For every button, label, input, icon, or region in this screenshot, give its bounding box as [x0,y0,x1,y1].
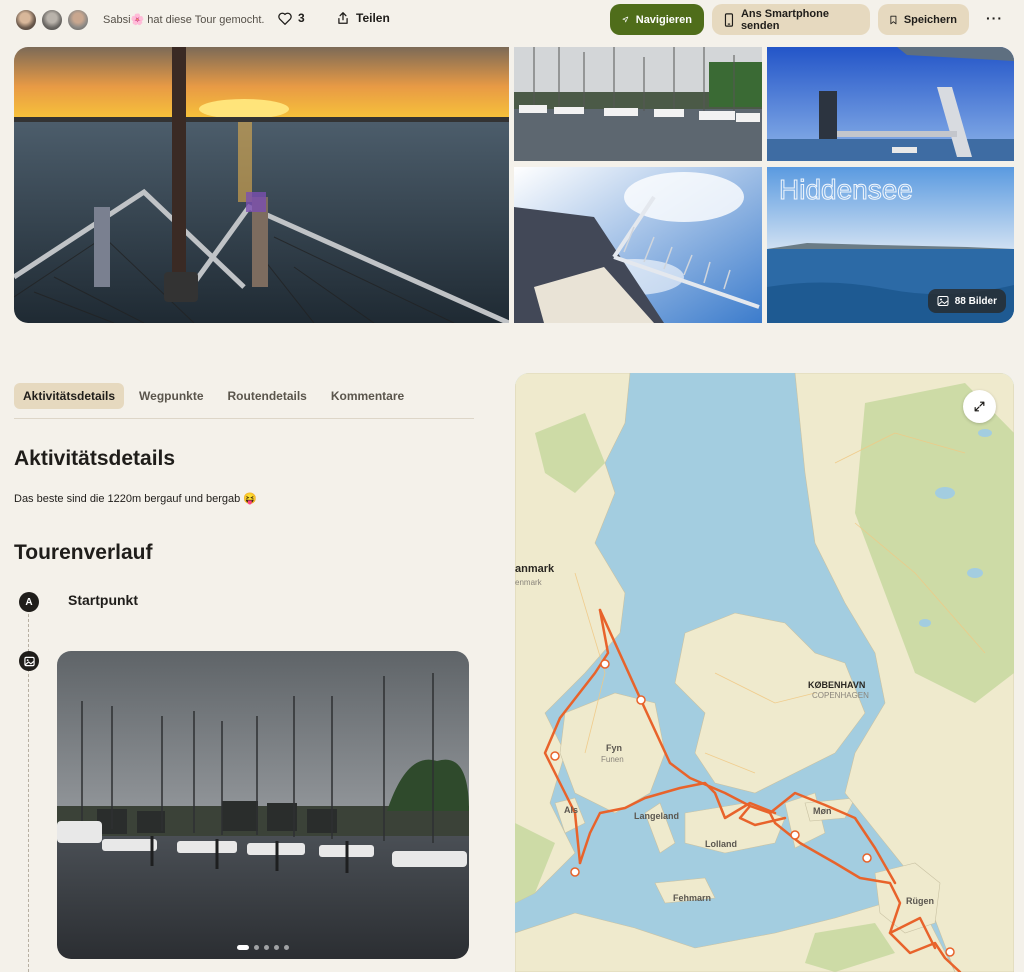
share-button[interactable]: Teilen [336,11,390,25]
tab-kommentare[interactable]: Kommentare [322,383,413,409]
avatar[interactable] [14,8,38,32]
map-label-als: Als [564,805,579,815]
map-label-mon: Møn [813,806,832,816]
gallery-photo-harbor[interactable] [514,47,762,161]
smartphone-icon [724,12,734,27]
map-label-copenhagen: KØBENHAVN [808,680,866,690]
detail-tabs: Aktivitätsdetails Wegpunkte Routendetail… [14,383,413,409]
map-label-ruegen: Rügen [906,896,934,906]
hiddensee-watermark: Hiddensee [779,174,913,205]
waypoint-photo-marina[interactable] [57,651,469,959]
map-label-copenhagen-sub: COPENHAGEN [812,691,869,700]
share-icon [338,12,348,24]
gallery-photo-windmill[interactable] [514,167,762,323]
heart-icon [278,12,292,25]
liker-avatars[interactable] [14,8,92,32]
carousel-dot[interactable] [237,945,249,950]
save-button[interactable]: Speichern [878,4,969,35]
navigation-arrow-icon [622,16,629,23]
details-heading: Aktivitätsdetails [14,447,176,470]
gallery-photo-bridge[interactable] [767,47,1014,161]
expand-map-button[interactable] [963,390,996,423]
route-heading: Tourenverlauf [14,541,153,564]
tabs-divider [14,418,474,419]
start-marker: A [19,592,39,612]
tab-aktivitaetsdetails[interactable]: Aktivitätsdetails [14,383,125,409]
map-label-denmark: anmark [515,563,555,575]
map-label-fyn: Fyn [606,743,623,753]
gallery-main-photo[interactable] [14,47,509,323]
liked-by-text: Sabsi🌸 hat diese Tour gemocht. [103,14,265,26]
avatar[interactable] [66,8,90,32]
like-count: 3 [298,11,305,25]
activity-description: Das beste sind die 1220m bergauf und ber… [14,493,258,505]
tab-routendetails[interactable]: Routendetails [219,383,316,409]
bookmark-icon [890,15,897,24]
carousel-dot[interactable] [254,945,259,950]
send-to-phone-button[interactable]: Ans Smartphone senden [712,4,870,35]
carousel-dot[interactable] [264,945,269,950]
image-icon [23,656,35,666]
route-map[interactable]: anmark enmark KØBENHAVN COPENHAGEN Fyn F… [515,373,1014,972]
image-count-badge[interactable]: 88 Bilder [927,289,1006,313]
map-label-fyn-sub: Funen [601,755,624,764]
photo-marker [19,651,39,671]
carousel-dots [57,945,469,950]
map-label-lolland: Lolland [705,839,737,849]
share-label: Teilen [356,11,390,25]
map-label-denmark-sub: enmark [515,578,542,587]
map-label-fehmarn: Fehmarn [673,893,712,903]
carousel-dot[interactable] [284,945,289,950]
carousel-dot[interactable] [274,945,279,950]
top-bar: Sabsi🌸 hat diese Tour gemocht. 3 Teilen … [0,0,1024,40]
tab-wegpunkte[interactable]: Wegpunkte [130,383,212,409]
avatar[interactable] [40,8,64,32]
navigate-button[interactable]: Navigieren [610,4,704,35]
map-label-langeland: Langeland [634,811,680,821]
start-point-label[interactable]: Startpunkt [68,592,138,608]
more-options-button[interactable]: ··· [986,10,1003,26]
like-button[interactable]: 3 [278,11,305,25]
image-icon [937,296,949,306]
gallery-photo-hiddensee[interactable]: Hiddensee 88 Bilder [767,167,1014,323]
expand-icon [974,401,985,412]
photo-gallery: Hiddensee 88 Bilder [14,47,1014,323]
